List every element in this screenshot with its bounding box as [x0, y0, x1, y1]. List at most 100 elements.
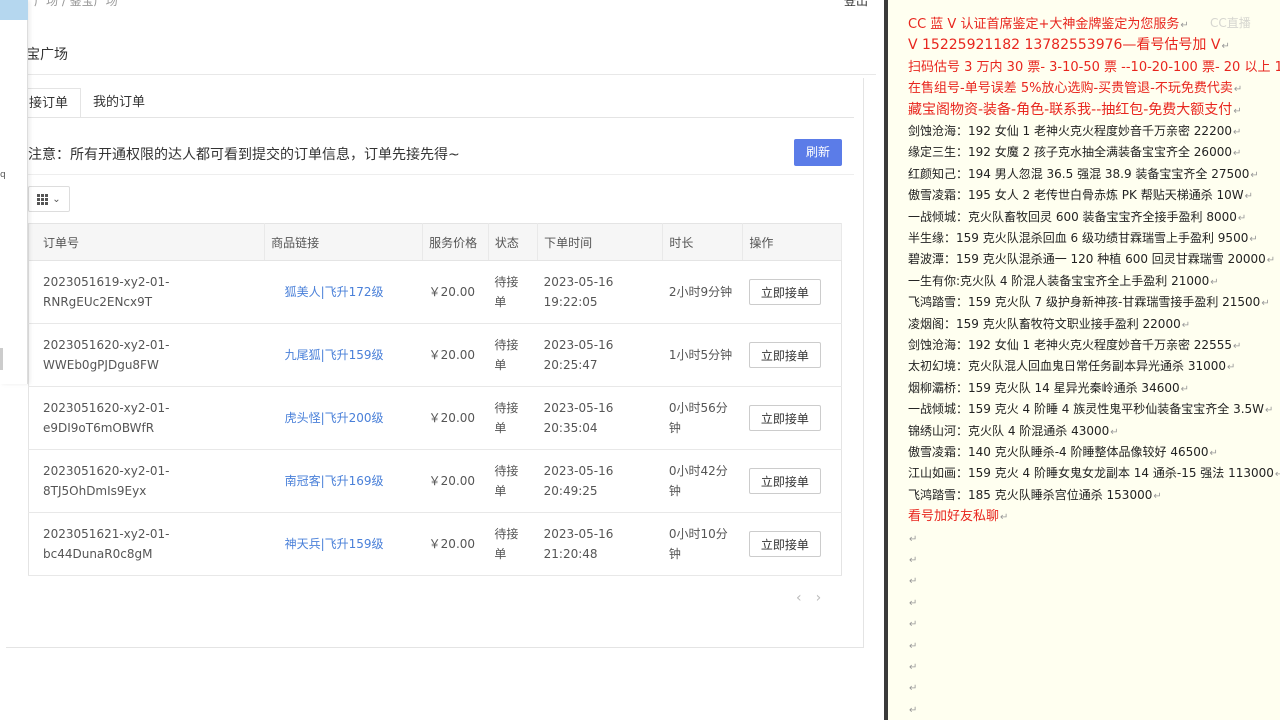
refresh-button[interactable]: 刷新	[794, 139, 842, 166]
duration-cell: 1小时5分钟	[662, 323, 743, 387]
accept-order-button[interactable]: 立即接单	[748, 531, 821, 557]
side-avatar-tile[interactable]	[0, 0, 28, 20]
ledger-line: 一生有你:克火队 4 阶混人装备宝宝齐全上手盈利 21000↵	[908, 271, 1219, 292]
accept-order-button[interactable]: 立即接单	[748, 405, 821, 431]
price-cell: ￥20.00	[422, 260, 489, 324]
ledger-line: 缘定三生：192 女魔 2 孩子克水抽全满装备宝宝齐全 26000↵	[908, 142, 1241, 163]
col-status[interactable]: 状态	[488, 223, 539, 261]
order-date: 2023-05-16	[543, 527, 614, 541]
paragraph-mark-icon: ↵	[1233, 84, 1243, 96]
paragraph-mark-icon: ↵	[1180, 383, 1189, 395]
duration-line-1: 0小时56分	[668, 401, 728, 415]
order-id-cell: 2023051620-xy2-01- WWEb0gPJDgu8FW	[28, 323, 265, 387]
grid-icon	[37, 193, 49, 205]
accept-order-button[interactable]: 立即接单	[748, 468, 821, 494]
order-id-line-1: 2023051620-xy2-01-	[43, 338, 170, 352]
col-product-link[interactable]: 商品链接	[264, 223, 424, 261]
tab-my-orders[interactable]: 我的订单	[81, 88, 157, 118]
order-id-line-2: e9DI9oT6mOBWfR	[43, 421, 155, 435]
order-id-cell: 2023051620-xy2-01-8TJ5OhDmIs9Eyx	[28, 449, 265, 513]
col-order-time[interactable]: 下单时间	[537, 223, 664, 261]
prev-page-button[interactable]: ‹	[796, 590, 816, 606]
ledger-line: CC 蓝 V 认证首席鉴定+大神金牌鉴定为您服务↵	[908, 14, 1189, 35]
ledger-line-text: 缘定三生：192 女魔 2 孩子克水抽全满装备宝宝齐全 26000	[908, 145, 1232, 160]
paragraph-mark-icon: ↵	[1210, 276, 1219, 288]
order-id-line-1: 2023051619-xy2-01-	[43, 275, 170, 289]
status-line-1: 待接	[494, 527, 519, 541]
paragraph-mark-icon: ↵	[1232, 127, 1242, 138]
status-line-1: 待接	[494, 338, 519, 352]
order-id-cell: 2023051621-xy2-01-bc44DunaR0c8gM	[28, 512, 265, 576]
col-price[interactable]: 服务价格	[422, 223, 489, 261]
product-link[interactable]: 神天兵|飞升159级	[264, 512, 423, 576]
order-date: 2023-05-16	[543, 401, 614, 415]
ledger-line-text: 藏宝阁物资-装备-角色-联系我--抽红包-免费大额支付	[908, 101, 1233, 118]
status-line-2: 单	[494, 295, 507, 309]
paragraph-mark-icon: ↵	[1250, 169, 1259, 181]
status-line-1: 待接	[494, 275, 519, 289]
duration-cell: 2小时9分钟	[662, 260, 743, 324]
table-row: 2023051620-xy2-01- WWEb0gPJDgu8FW 九尾狐|飞升15…	[28, 323, 842, 387]
ledger-line: 傲雪凌霜：195 女人 2 老传世白骨赤炼 PK 帮贴天梯通杀 10W↵	[908, 185, 1253, 206]
logout-link[interactable]: 登出	[844, 0, 868, 9]
product-link[interactable]: 九尾狐|飞升159级	[264, 323, 423, 387]
duration-line-1: 0小时10分	[668, 527, 728, 541]
paragraph-mark-icon: ↵	[1274, 469, 1280, 481]
paragraph-mark-icon: ↵	[909, 619, 918, 631]
order-clock: 21:20:48	[543, 547, 598, 561]
pagination: ‹›	[796, 590, 835, 606]
ledger-line-text: 一生有你:克火队 4 阶混人装备宝宝齐全上手盈利 21000	[908, 273, 1210, 288]
paragraph-mark-icon: ↵	[1000, 512, 1009, 524]
ledger-line: 一战倾城：159 克火 4 阶睡 4 族灵性鬼平秒仙装备宝宝齐全 3.5W↵	[908, 399, 1273, 420]
product-link[interactable]: 狐美人|飞升172级	[264, 260, 423, 324]
top-bar: 广场 / 鉴宝广场 登出	[0, 0, 884, 12]
side-scroll-handle[interactable]	[0, 348, 3, 370]
accept-order-button[interactable]: 立即接单	[748, 279, 821, 305]
ledger-line: ↵	[908, 570, 917, 591]
title-divider	[26, 74, 876, 75]
column-toggle-button[interactable]: ⌄	[28, 186, 70, 212]
ledger-line-text: 飞鸿踏雪：185 克火队睡杀宫位通杀 153000	[908, 487, 1153, 502]
ledger-line-text: 碧波潭：159 克火队混杀通一 120 种植 600 回灵甘霖瑞雪 20000	[908, 252, 1266, 267]
accept-order-button[interactable]: 立即接单	[748, 342, 821, 368]
ledger-line-text: 傲雪凌霜：140 克火队睡杀-4 阶睡整体品像较好 46500	[908, 445, 1209, 459]
ledger-line: ↵	[908, 656, 917, 677]
paragraph-mark-icon: ↵	[1110, 426, 1119, 438]
ledger-line: ↵	[908, 677, 917, 698]
status-cell: 待接单	[488, 260, 538, 324]
col-duration[interactable]: 时长	[662, 223, 744, 261]
paragraph-mark-icon: ↵	[1232, 148, 1242, 160]
order-date: 2023-05-16	[543, 464, 614, 478]
duration-line-1: 2小时9分钟	[668, 285, 733, 299]
ledger-line: 傲雪凌霜：140 克火队睡杀-4 阶睡整体品像较好 46500↵	[908, 442, 1218, 463]
product-link[interactable]: 南冠客|飞升169级	[264, 449, 423, 513]
ledger-line: 藏宝阁物资-装备-角色-联系我--抽红包-免费大额支付↵	[908, 100, 1242, 121]
ledger-line-text: 剑蚀沧海：192 女仙 1 老神火克火程度妙音千万亲密 22200	[908, 124, 1232, 138]
status-line-2: 单	[494, 484, 507, 498]
status-line-2: 单	[494, 358, 507, 372]
order-time-cell: 2023-05-16 20:35:04	[537, 386, 663, 450]
order-id-cell: 2023051620-xy2-01- e9DI9oT6mOBWfR	[28, 386, 265, 450]
ledger-line: 烟柳灞桥：159 克火队 14 星异光秦岭通杀 34600↵	[908, 378, 1189, 399]
ledger-line-text: 半生缘：159 克火队混杀回血 6 级功绩甘霖瑞雪上手盈利 9500	[908, 231, 1249, 245]
order-time-cell: 2023-05-16 19:22:05	[537, 260, 663, 324]
ledger-line: 扫码估号 3 万内 30 票- 3-10-50 票 --10-20-100 票-…	[908, 57, 1280, 78]
ledger-line-text: CC 蓝 V 认证首席鉴定+大神金牌鉴定为您服务	[908, 17, 1180, 32]
order-date: 2023-05-16	[543, 275, 614, 289]
product-link[interactable]: 虎头怪|飞升200级	[264, 386, 423, 450]
order-time-cell: 2023-05-16 20:49:25	[537, 449, 663, 513]
col-action[interactable]: 操作	[742, 223, 842, 261]
table-row: 2023051621-xy2-01-bc44DunaR0c8gM 神天兵|飞升15…	[28, 512, 842, 576]
status-line-1: 待接	[494, 401, 519, 415]
status-cell: 待接单	[488, 323, 538, 387]
next-page-button[interactable]: ›	[816, 590, 836, 606]
status-line-1: 待接	[494, 464, 519, 478]
order-id-cell: 2023051619-xy2-01- RNRgEUc2ENcx9T	[28, 260, 265, 324]
ledger-line: ↵	[908, 528, 917, 549]
ledger-line-text: 飞鸿踏雪：159 克火队 7 级护身新神孩-甘霖瑞雪接手盈利 21500	[908, 295, 1261, 310]
order-id-line-1: 2023051620-xy2-01-	[43, 401, 170, 415]
breadcrumb[interactable]: 广场 / 鉴宝广场	[34, 0, 118, 9]
col-order-id[interactable]: 订单号	[28, 223, 266, 261]
paragraph-mark-icon: ↵	[909, 555, 918, 566]
ledger-line-text: 江山如画：159 克火 4 阶睡女鬼女龙副本 14 通杀-15 强法 11300…	[908, 466, 1274, 481]
